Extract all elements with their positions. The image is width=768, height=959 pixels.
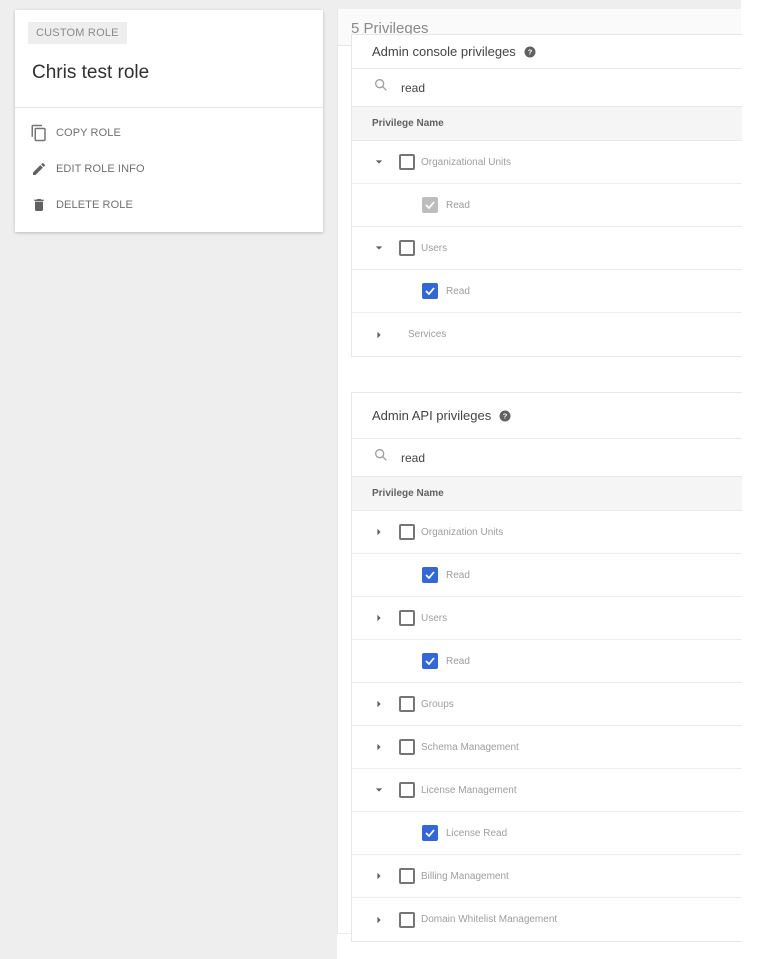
caret-right-icon[interactable] <box>374 699 384 709</box>
privilege-label: Read <box>446 569 470 581</box>
privilege-rows: Organization Units Read Users Read Groups Sch… <box>352 511 742 941</box>
trash-icon <box>29 195 49 215</box>
privilege-group-row: License Management <box>352 769 742 812</box>
section-title: Admin API privileges <box>372 408 492 423</box>
top-strip <box>337 0 741 9</box>
svg-text:?: ? <box>528 47 533 56</box>
privilege-label: License Management <box>421 784 517 796</box>
privilege-group-checkbox[interactable] <box>399 739 415 755</box>
caret-down-icon[interactable] <box>374 157 384 167</box>
privilege-child-row: Read <box>352 640 742 683</box>
privileges-body: Admin console privileges ? Privilege Nam… <box>337 34 742 942</box>
caret-right-icon[interactable] <box>374 330 384 340</box>
checkmark-icon <box>425 201 435 210</box>
privilege-checkbox[interactable] <box>422 653 438 669</box>
privilege-group-checkbox[interactable] <box>399 154 415 170</box>
section-title: Admin console privileges <box>372 44 516 59</box>
checkmark-icon <box>425 657 435 666</box>
copy-icon <box>29 123 49 143</box>
divider <box>15 107 323 108</box>
role-card: CUSTOM ROLE Chris test role COPY ROLE ED… <box>15 10 323 232</box>
pencil-icon <box>29 159 49 179</box>
privilege-label: Services <box>408 329 447 340</box>
privilege-search <box>352 69 742 107</box>
privilege-group-row: Domain Whitelist Management <box>352 898 742 941</box>
privilege-label: Billing Management <box>421 870 509 882</box>
privilege-group-checkbox[interactable] <box>399 524 415 540</box>
edit-role-info-label: EDIT ROLE INFO <box>56 163 145 175</box>
privilege-child-row: Read <box>352 270 742 313</box>
privilege-checkbox[interactable] <box>422 283 438 299</box>
delete-role-label: DELETE ROLE <box>56 199 133 211</box>
privilege-label: Schema Management <box>421 741 519 753</box>
privilege-label: License Read <box>446 827 508 839</box>
privilege-child-row: License Read <box>352 812 742 855</box>
edit-role-info-button[interactable]: EDIT ROLE INFO <box>29 158 145 180</box>
privilege-label: Users <box>421 612 448 624</box>
privilege-group-checkbox[interactable] <box>399 240 415 256</box>
caret-down-icon[interactable] <box>374 785 384 795</box>
caret-down-icon[interactable] <box>374 243 384 253</box>
privilege-search <box>352 439 742 477</box>
checkmark-icon <box>425 287 435 296</box>
checkmark-icon <box>425 829 435 838</box>
role-title: Chris test role <box>32 62 150 83</box>
privilege-group-row: Organizational Units <box>352 141 742 184</box>
privilege-label: Organizational Units <box>421 156 512 168</box>
custom-role-badge: CUSTOM ROLE <box>28 22 127 44</box>
section-title-row: Admin console privileges ? <box>352 35 742 69</box>
admin-console-privileges-section: Admin console privileges ? Privilege Nam… <box>351 34 742 357</box>
privilege-label: Read <box>446 285 470 297</box>
caret-right-icon[interactable] <box>374 613 384 623</box>
privilege-group-checkbox[interactable] <box>399 696 415 712</box>
search-icon <box>373 77 389 98</box>
search-input[interactable] <box>401 80 701 95</box>
delete-role-button[interactable]: DELETE ROLE <box>29 194 133 216</box>
section-title-row: Admin API privileges ? <box>352 393 742 439</box>
caret-right-icon[interactable] <box>374 527 384 537</box>
privilege-rows: Organizational Units Read Users Read Service… <box>352 141 742 356</box>
caret-right-icon[interactable] <box>374 871 384 881</box>
privilege-label: Users <box>421 242 448 254</box>
privilege-checkbox <box>422 197 438 213</box>
privilege-label: Domain Whitelist Management <box>421 914 558 925</box>
search-icon <box>373 447 389 468</box>
privilege-group-row: Groups <box>352 683 742 726</box>
privilege-group-row: Services <box>352 313 742 356</box>
privilege-checkbox[interactable] <box>422 567 438 583</box>
privilege-label: Read <box>446 199 470 211</box>
help-icon[interactable]: ? <box>499 410 511 422</box>
copy-role-label: COPY ROLE <box>56 127 121 139</box>
help-icon[interactable]: ? <box>524 46 536 58</box>
privilege-group-checkbox[interactable] <box>399 782 415 798</box>
admin-api-privileges-section: Admin API privileges ? Privilege Name Or… <box>351 392 742 942</box>
privilege-group-row: Users <box>352 597 742 640</box>
privilege-group-row: Schema Management <box>352 726 742 769</box>
caret-right-icon[interactable] <box>374 742 384 752</box>
privilege-group-checkbox[interactable] <box>399 911 415 928</box>
copy-role-button[interactable]: COPY ROLE <box>29 122 121 144</box>
privilege-group-checkbox[interactable] <box>399 610 415 626</box>
privilege-label: Organization Units <box>421 526 504 538</box>
privilege-checkbox[interactable] <box>422 825 438 841</box>
column-header-privilege-name: Privilege Name <box>352 107 742 141</box>
privilege-child-row: Read <box>352 184 742 227</box>
column-header-privilege-name: Privilege Name <box>352 477 742 511</box>
privilege-group-checkbox[interactable] <box>399 868 415 884</box>
privilege-group-row: Organization Units <box>352 511 742 554</box>
privilege-child-row: Read <box>352 554 742 597</box>
caret-right-icon[interactable] <box>374 915 384 925</box>
svg-text:?: ? <box>503 411 508 420</box>
checkmark-icon <box>425 571 435 580</box>
privilege-label: Read <box>446 655 470 667</box>
search-input[interactable] <box>401 450 701 465</box>
privilege-group-row: Billing Management <box>352 855 742 898</box>
privilege-group-row: Users <box>352 227 742 270</box>
privilege-label: Groups <box>421 698 454 710</box>
